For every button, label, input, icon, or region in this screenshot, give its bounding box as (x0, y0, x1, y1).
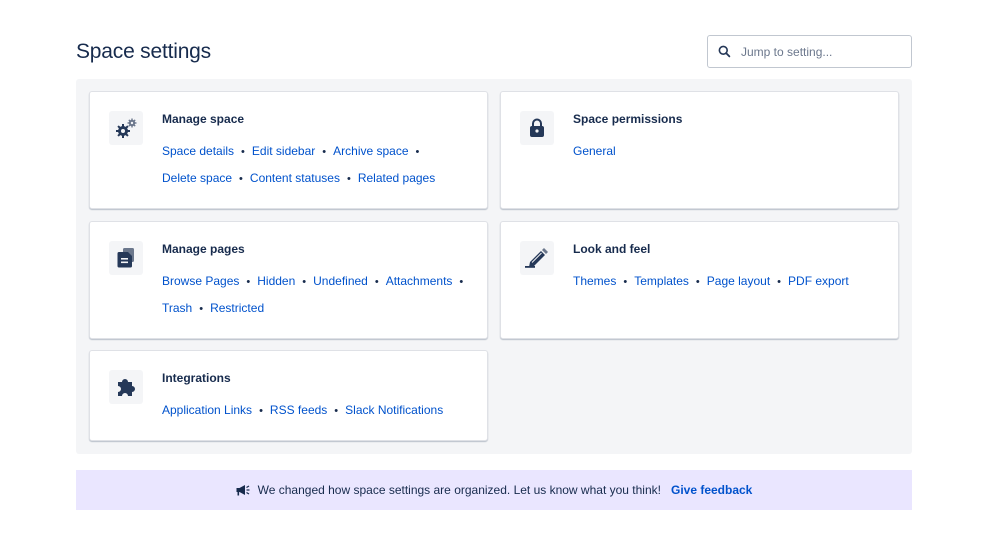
lock-icon (520, 111, 554, 145)
link-attachments[interactable]: Attachments (386, 274, 453, 288)
feedback-banner: We changed how space settings are organi… (76, 470, 912, 510)
separator-dot: • (374, 276, 379, 288)
card-links: Themes • Templates • Page layout • PDF export (573, 268, 893, 295)
link-rss-feeds[interactable]: RSS feeds (270, 403, 327, 417)
card-links: General (573, 138, 893, 164)
separator-dot: • (415, 146, 420, 158)
settings-panel: Manage space Space details • Edit sidebar •… (76, 79, 912, 454)
paintbrush-icon (520, 241, 554, 275)
separator-dot: • (695, 276, 700, 288)
separator-dot: • (777, 276, 782, 288)
link-archive-space[interactable]: Archive space (333, 144, 408, 158)
card-title: Manage space (162, 112, 245, 126)
search-box[interactable] (707, 35, 912, 68)
link-edit-sidebar[interactable]: Edit sidebar (252, 144, 315, 158)
link-templates[interactable]: Templates (634, 274, 689, 288)
separator-dot: • (259, 405, 263, 417)
search-icon (717, 45, 731, 59)
banner-message: We changed how space settings are organi… (257, 483, 661, 497)
give-feedback-link[interactable]: Give feedback (671, 483, 752, 497)
card-title: Look and feel (573, 242, 651, 256)
separator-dot: • (239, 173, 243, 185)
link-content-statuses[interactable]: Content statuses (250, 171, 340, 185)
link-slack-notifications[interactable]: Slack Notifications (345, 403, 443, 417)
page-title: Space settings (76, 40, 211, 63)
separator-dot: • (302, 276, 307, 288)
card-links: Application Links • RSS feeds • Slack Notifi… (162, 397, 482, 424)
pages-icon (109, 241, 143, 275)
card-title: Manage pages (162, 242, 245, 256)
link-pdf-export[interactable]: PDF export (788, 274, 849, 288)
megaphone-icon (236, 484, 250, 496)
separator-dot: • (199, 303, 204, 315)
link-general[interactable]: General (573, 144, 616, 158)
search-input[interactable] (741, 44, 901, 59)
card-manage-pages: Manage pages Browse Pages • Hidden • Undefin… (89, 221, 488, 339)
card-space-permissions: Space permissions General (500, 91, 899, 209)
separator-dot: • (459, 276, 464, 288)
link-space-details[interactable]: Space details (162, 144, 234, 158)
separator-dot: • (623, 276, 628, 288)
separator-dot: • (241, 146, 245, 158)
link-browse-pages[interactable]: Browse Pages (162, 274, 239, 288)
card-manage-space: Manage space Space details • Edit sidebar •… (89, 91, 488, 209)
separator-dot: • (322, 146, 327, 158)
card-title: Space permissions (573, 112, 683, 126)
card-integrations: Integrations Application Links • RSS feeds… (89, 350, 488, 441)
link-page-layout[interactable]: Page layout (707, 274, 770, 288)
card-links: Browse Pages • Hidden • Undefined • Attachment… (162, 268, 482, 322)
separator-dot: • (246, 276, 251, 288)
card-title: Integrations (162, 371, 231, 385)
puzzle-icon (109, 370, 143, 404)
link-hidden[interactable]: Hidden (257, 274, 295, 288)
link-related-pages[interactable]: Related pages (358, 171, 435, 185)
gears-icon (109, 111, 143, 145)
link-themes[interactable]: Themes (573, 274, 616, 288)
link-undefined[interactable]: Undefined (313, 274, 368, 288)
separator-dot: • (334, 405, 339, 417)
card-look-and-feel: Look and feel Themes • Templates • Page layo… (500, 221, 899, 339)
link-trash[interactable]: Trash (162, 301, 192, 315)
separator-dot: • (346, 173, 351, 185)
link-restricted[interactable]: Restricted (210, 301, 264, 315)
card-links: Space details • Edit sidebar • Archive space… (162, 138, 482, 192)
link-application-links[interactable]: Application Links (162, 403, 252, 417)
link-delete-space[interactable]: Delete space (162, 171, 232, 185)
